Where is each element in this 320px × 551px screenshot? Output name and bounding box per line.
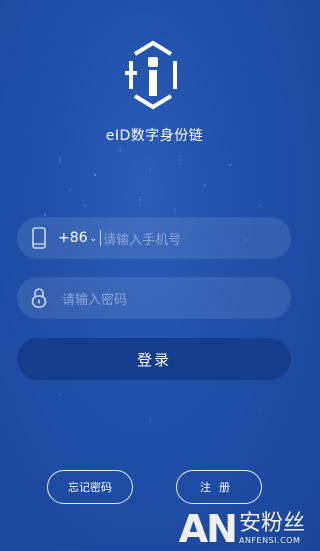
forgot-password-button[interactable]: 忘记密码	[47, 470, 133, 504]
eid-logo-icon	[125, 40, 177, 110]
watermark: AN 安粉丝 ANFENSI.COM	[179, 510, 305, 548]
country-code-selector[interactable]: +86 ⌄	[58, 230, 97, 246]
login-button[interactable]: 登录	[17, 338, 291, 380]
phone-input[interactable]: 请输入手机号	[103, 229, 181, 248]
register-button[interactable]: 注册	[176, 470, 262, 504]
phone-field[interactable]: +86 ⌄ 请输入手机号	[17, 217, 291, 259]
watermark-en: ANFENSI.COM	[238, 536, 301, 545]
watermark-mark: AN	[178, 507, 238, 551]
lock-icon	[30, 287, 48, 309]
password-field[interactable]: 请输入密码	[17, 277, 291, 319]
chevron-down-icon: ⌄	[89, 233, 98, 244]
text-cursor	[100, 230, 102, 246]
watermark-cn: 安粉丝	[238, 511, 305, 536]
app-title: eID数字身份链	[105, 128, 204, 144]
password-input[interactable]: 请输入密码	[62, 289, 127, 308]
phone-icon	[30, 227, 48, 249]
country-code-value: +86	[58, 230, 88, 246]
